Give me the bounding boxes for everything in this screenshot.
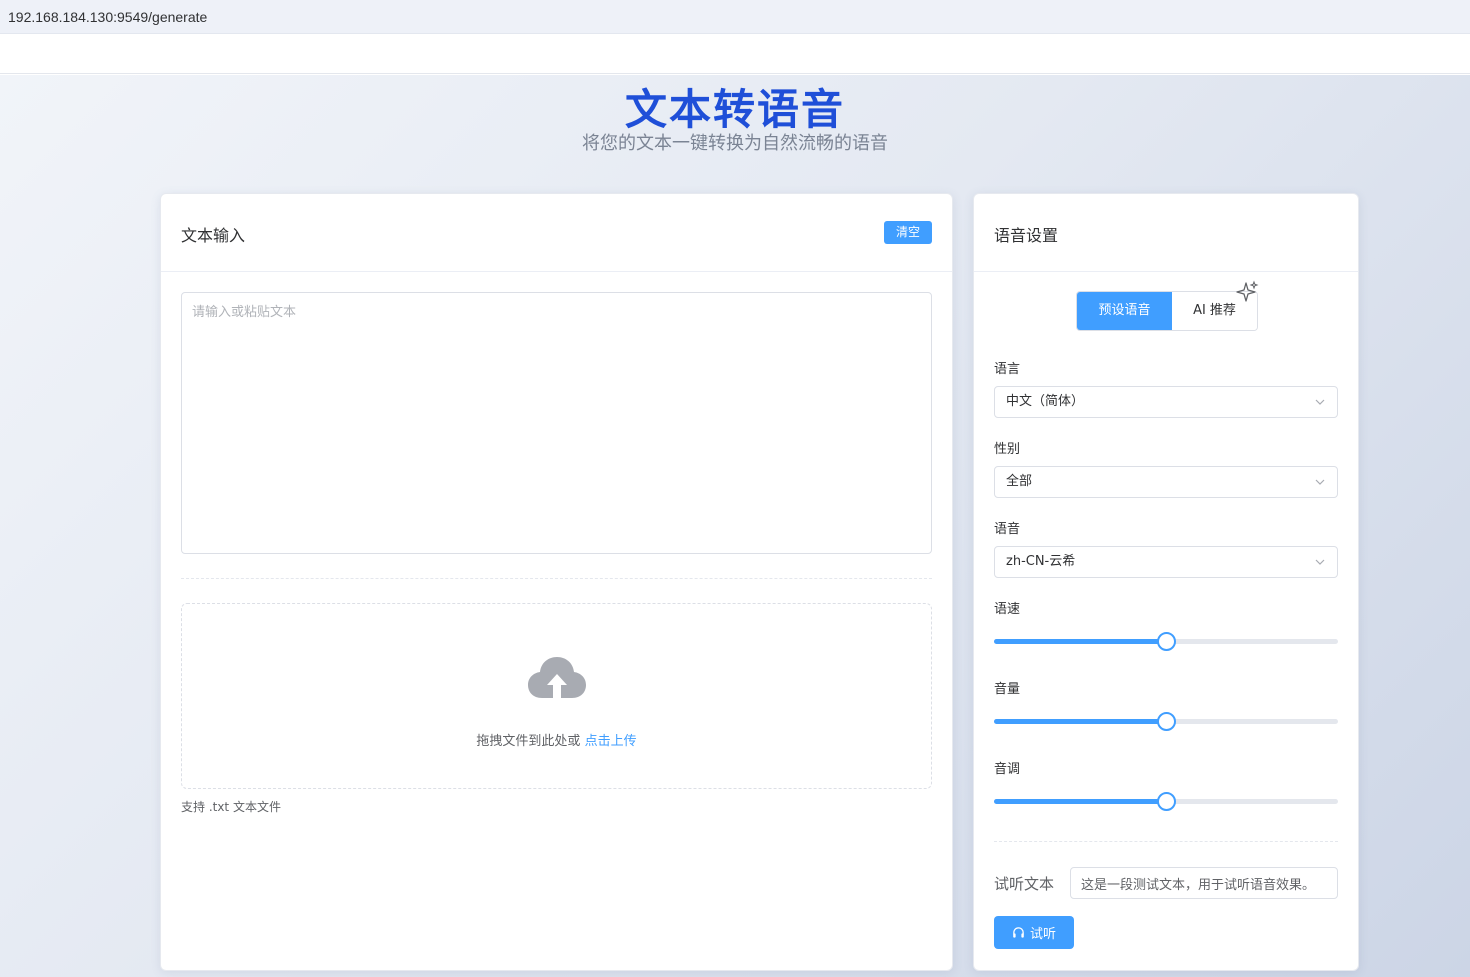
preview-text-input[interactable] bbox=[1070, 867, 1338, 899]
tab-ai-recommend[interactable]: AI 推荐 bbox=[1172, 280, 1259, 330]
divider bbox=[181, 578, 932, 579]
upload-prompt: 拖拽文件到此处或 bbox=[476, 734, 581, 749]
page-subtitle: 将您的文本一键转换为自然流畅的语音 bbox=[582, 133, 888, 154]
tab-ai-recommend-label: AI 推荐 bbox=[1193, 303, 1236, 318]
page-title: 文本转语音 bbox=[624, 85, 845, 134]
chevron-down-icon bbox=[1315, 399, 1325, 405]
divider bbox=[994, 841, 1338, 842]
slider-handle[interactable] bbox=[1157, 632, 1176, 651]
preview-text-label: 试听文本 bbox=[994, 875, 1055, 893]
language-select[interactable]: 中文（简体） bbox=[994, 386, 1338, 418]
slider-fill bbox=[994, 719, 1166, 724]
pitch-label: 音调 bbox=[994, 762, 1021, 777]
text-input-card: 文本输入 清空 拖拽文件到此处或 点击上传 支持 .txt 文本文件 bbox=[160, 193, 953, 971]
chevron-down-icon bbox=[1315, 559, 1325, 565]
address-bar[interactable]: 192.168.184.130:9549/generate bbox=[0, 0, 1470, 34]
slider-handle[interactable] bbox=[1157, 712, 1176, 731]
upload-dropzone[interactable]: 拖拽文件到此处或 点击上传 bbox=[181, 603, 932, 789]
slider-handle[interactable] bbox=[1157, 792, 1176, 811]
language-label: 语言 bbox=[994, 362, 1021, 377]
gender-label: 性别 bbox=[994, 442, 1021, 457]
text-input-card-header: 文本输入 清空 bbox=[161, 194, 952, 272]
cloud-upload-icon bbox=[528, 657, 586, 698]
voice-label: 语音 bbox=[994, 522, 1021, 537]
text-input-area[interactable] bbox=[181, 292, 932, 554]
listen-button-label: 试听 bbox=[1029, 927, 1056, 942]
voice-settings-card-header: 语音设置 bbox=[974, 194, 1358, 272]
top-strip bbox=[0, 34, 1470, 74]
listen-button[interactable]: 试听 bbox=[994, 916, 1074, 949]
slider-fill bbox=[994, 799, 1166, 804]
slider-fill bbox=[994, 639, 1166, 644]
voice-settings-title: 语音设置 bbox=[994, 226, 1059, 245]
gender-select-value: 全部 bbox=[1006, 474, 1033, 489]
volume-label: 音量 bbox=[994, 682, 1021, 697]
speed-slider[interactable] bbox=[994, 631, 1338, 651]
speed-label: 语速 bbox=[994, 602, 1021, 617]
upload-tip: 支持 .txt 文本文件 bbox=[181, 800, 281, 814]
tab-preset-voice[interactable]: 预设语音 bbox=[1077, 292, 1172, 330]
voice-mode-tabs: 预设语音 AI 推荐 bbox=[1076, 280, 1259, 331]
volume-slider[interactable] bbox=[994, 711, 1338, 731]
upload-instructions: 拖拽文件到此处或 点击上传 bbox=[182, 730, 931, 749]
upload-link[interactable]: 点击上传 bbox=[585, 734, 637, 749]
pitch-slider[interactable] bbox=[994, 791, 1338, 811]
voice-settings-card: 语音设置 预设语音 AI 推荐 语言 中文（简体） 性别 全部 语音 zh-CN… bbox=[973, 193, 1359, 971]
voice-select[interactable]: zh-CN-云希 bbox=[994, 546, 1338, 578]
url-text: 192.168.184.130:9549/generate bbox=[8, 9, 208, 25]
headphones-icon bbox=[1013, 927, 1024, 938]
language-select-value: 中文（简体） bbox=[1006, 394, 1085, 409]
clear-button[interactable]: 清空 bbox=[884, 221, 932, 244]
text-input-title: 文本输入 bbox=[181, 226, 246, 245]
gender-select[interactable]: 全部 bbox=[994, 466, 1338, 498]
voice-select-value: zh-CN-云希 bbox=[1006, 554, 1076, 569]
sparkle-icon bbox=[1236, 280, 1259, 302]
chevron-down-icon bbox=[1315, 479, 1325, 485]
